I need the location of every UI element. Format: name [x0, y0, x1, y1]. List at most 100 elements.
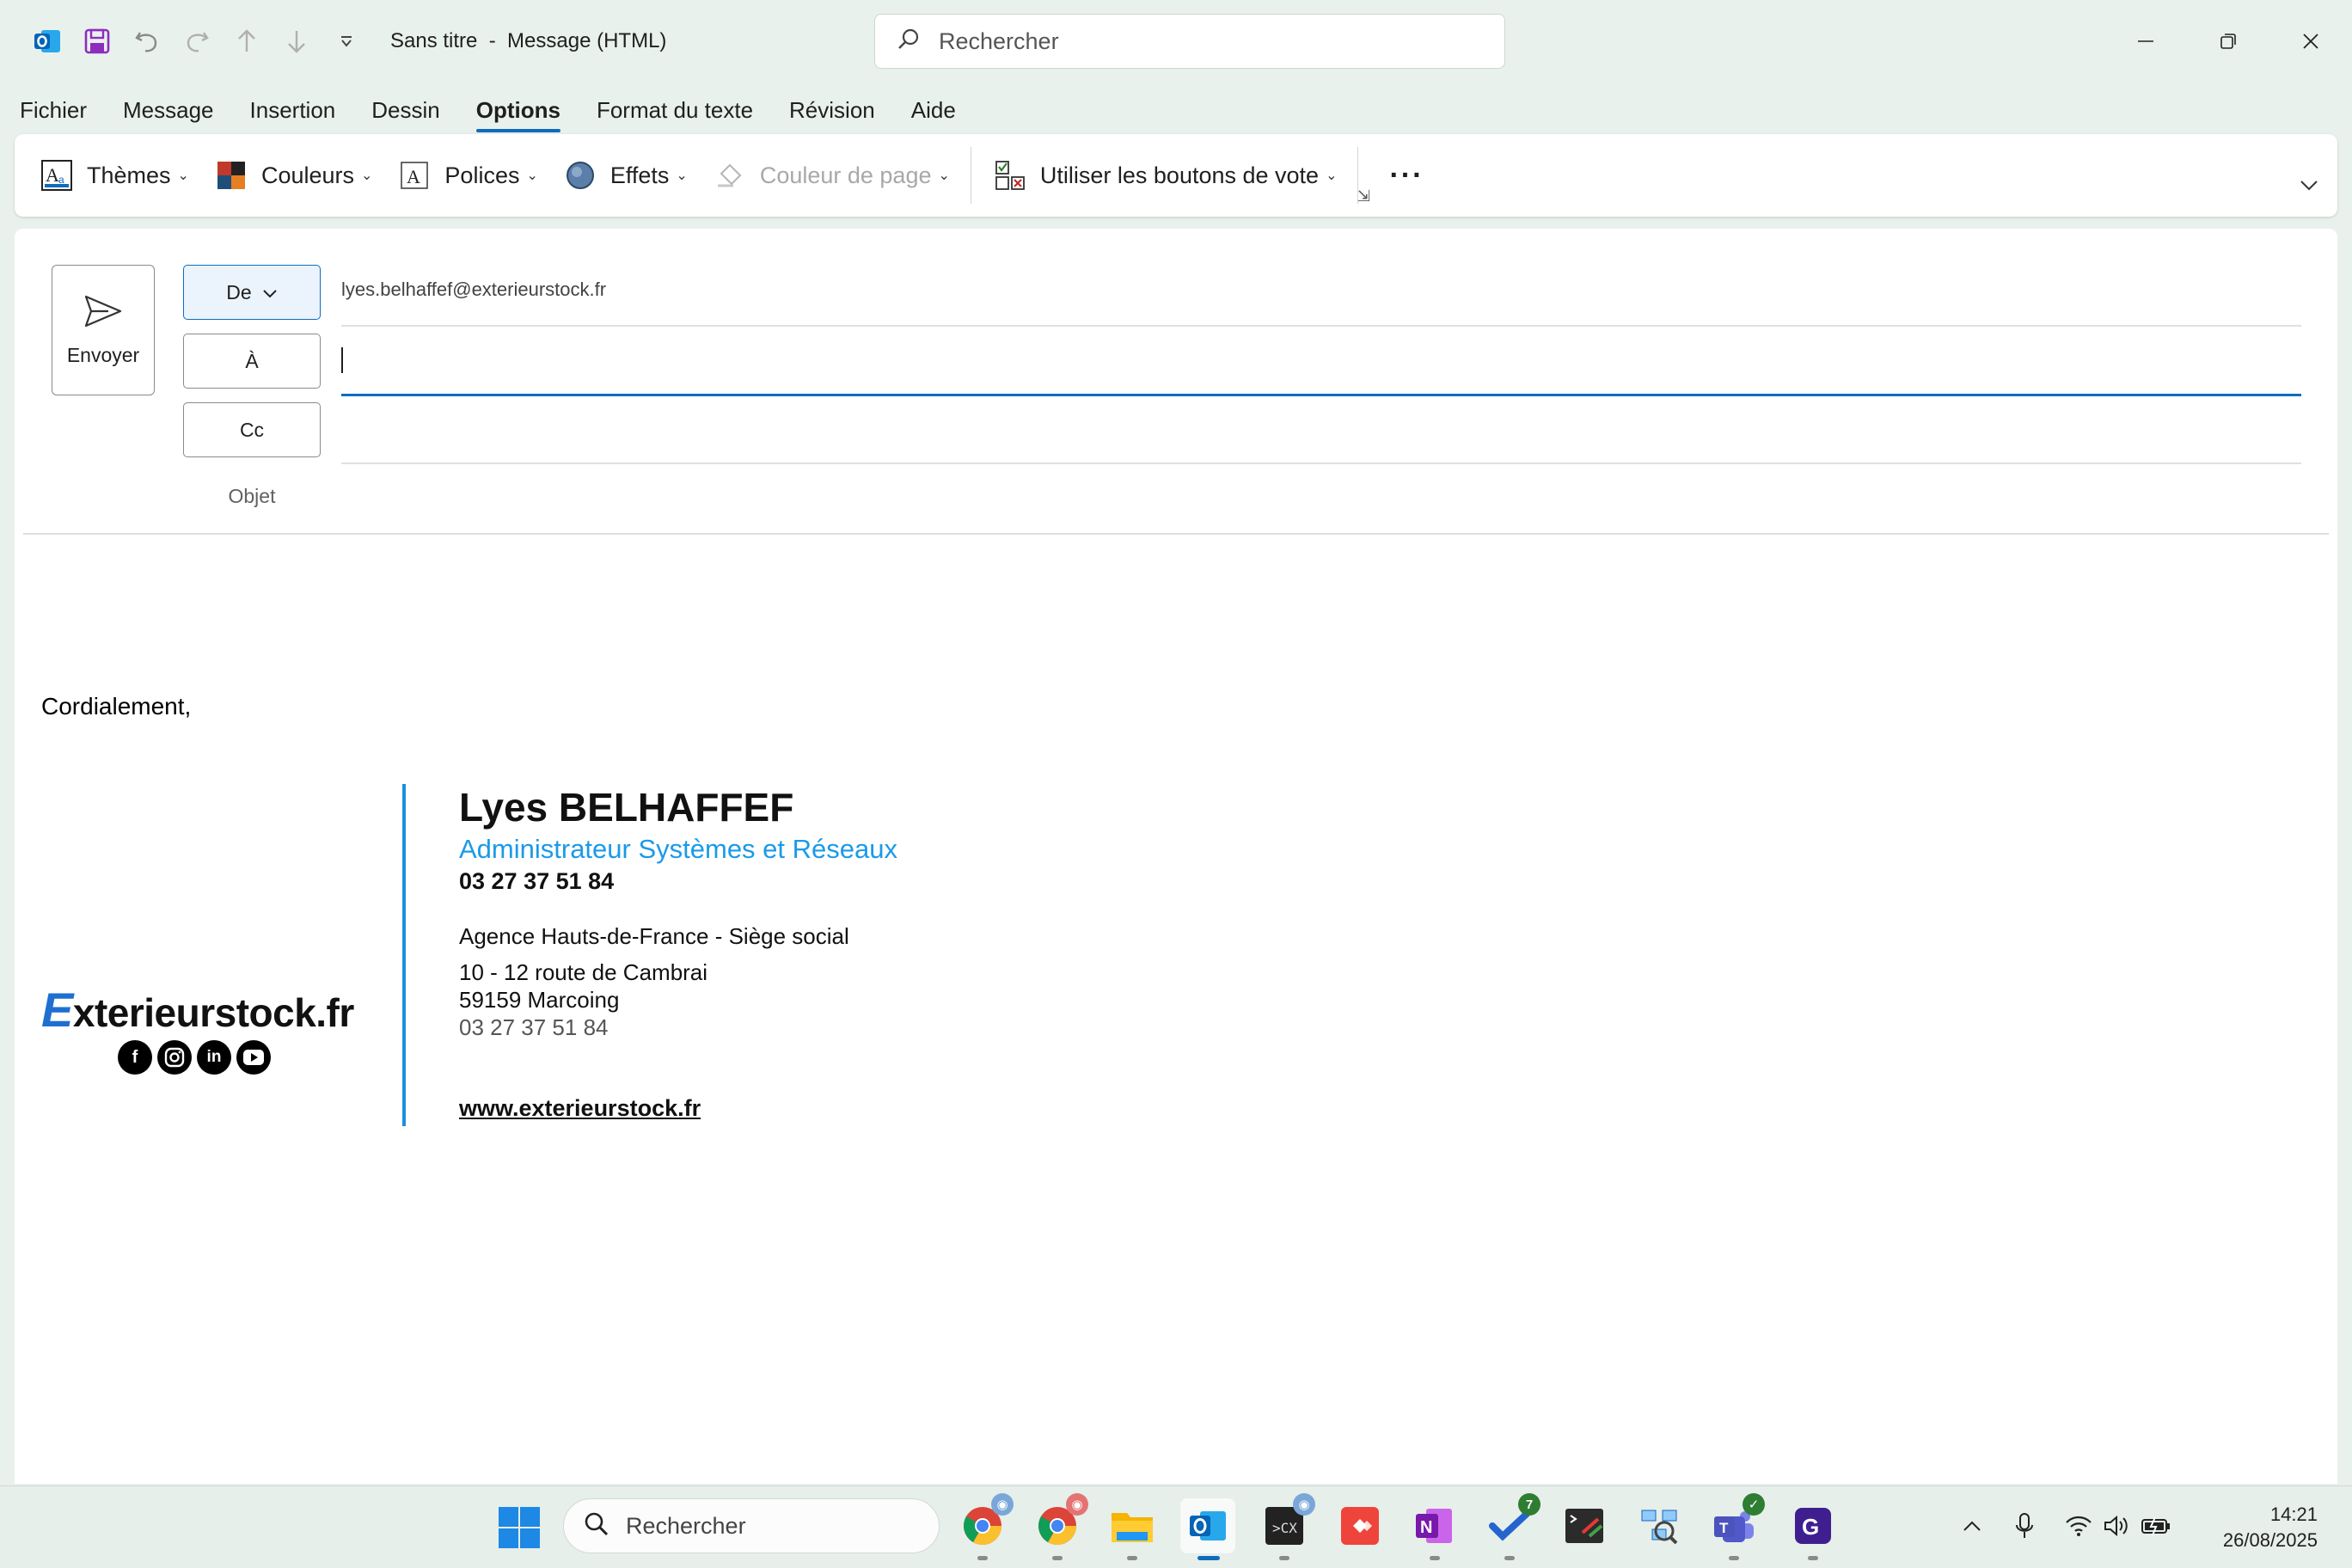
taskbar-search-placeholder: Rechercher — [626, 1512, 746, 1539]
teams-icon[interactable]: T ✓ — [1710, 1493, 1765, 1560]
close-button[interactable] — [2269, 0, 2352, 83]
tab-fichier[interactable]: Fichier — [0, 86, 105, 134]
chevron-down-icon — [262, 281, 278, 304]
todo-badge: 7 — [1518, 1493, 1540, 1516]
arrow-up-icon[interactable] — [222, 16, 272, 66]
chevron-down-icon: ⌄ — [177, 168, 189, 183]
voting-icon — [992, 157, 1028, 193]
wifi-icon[interactable] — [2065, 1515, 2092, 1541]
volume-icon[interactable] — [2103, 1514, 2130, 1542]
effects-icon — [562, 157, 598, 193]
instagram-icon[interactable] — [157, 1040, 192, 1075]
start-button[interactable] — [497, 1505, 542, 1554]
subject-label: Objet — [228, 485, 276, 507]
dialog-launcher-icon[interactable]: ⇲ — [1357, 187, 1370, 205]
paint-bucket-icon — [712, 157, 748, 193]
effects-button[interactable]: Effets ⌄ — [550, 134, 700, 217]
compose-pane: Envoyer De À Cc Objet lyes.belhaffef@ext… — [15, 229, 2337, 1484]
customize-toolbar-icon[interactable] — [322, 16, 371, 66]
signature-website-link[interactable]: www.exterieurstock.fr — [459, 1095, 701, 1122]
anydesk-icon[interactable] — [1336, 1502, 1384, 1550]
message-body-closing[interactable]: Cordialement, — [41, 693, 191, 720]
status-available-badge: ✓ — [1743, 1493, 1765, 1516]
system-clock[interactable]: 14:21 26/08/2025 — [2223, 1502, 2318, 1553]
ribbon-tabs: Fichier Message Insertion Dessin Options… — [0, 86, 974, 134]
battery-charging-icon[interactable] — [2141, 1516, 2171, 1540]
network-scanner-icon[interactable] — [1635, 1502, 1683, 1550]
terminal-icon[interactable] — [1560, 1502, 1608, 1550]
tab-format-du-texte[interactable]: Format du texte — [579, 86, 771, 134]
chevron-down-icon: ⌄ — [676, 168, 688, 183]
onenote-icon[interactable]: N — [1411, 1502, 1459, 1560]
outlook-app-icon — [22, 16, 72, 66]
colors-button[interactable]: Couleurs ⌄ — [201, 134, 384, 217]
taskbar-search[interactable]: Rechercher — [563, 1498, 940, 1553]
signature-phone-agency: 03 27 37 51 84 — [459, 1014, 609, 1040]
running-indicator — [1808, 1556, 1818, 1560]
more-options-button[interactable]: ··· — [1367, 159, 1446, 193]
outlook-taskbar-icon[interactable] — [1180, 1498, 1235, 1560]
arrow-down-icon[interactable] — [272, 16, 322, 66]
restore-button[interactable] — [2187, 0, 2269, 83]
expand-ribbon-icon[interactable] — [2300, 177, 2318, 197]
glpi-agent-icon[interactable]: G — [1789, 1502, 1837, 1560]
svg-text:a: a — [58, 174, 64, 186]
from-field-underline — [341, 325, 2301, 327]
effects-label: Effets — [609, 162, 670, 188]
taskbar: Rechercher ◉ ◉ >CX ◉ N 7 T ✓ G 14:21 26/… — [0, 1485, 2352, 1568]
microphone-icon[interactable] — [2015, 1512, 2034, 1544]
send-button[interactable]: Envoyer — [52, 265, 155, 395]
minimize-button[interactable] — [2104, 0, 2187, 83]
fonts-button[interactable]: A Polices ⌄ — [384, 134, 549, 217]
ribbon-toolbar: Aa Thèmes ⌄ Couleurs ⌄ A Polices ⌄ Effet… — [15, 134, 2337, 217]
chrome-profile-2-icon[interactable]: ◉ — [1033, 1493, 1088, 1560]
text-cursor — [341, 347, 343, 373]
window-title: Sans titre - Message (HTML) — [390, 29, 667, 52]
to-button[interactable]: À — [183, 334, 321, 389]
from-button[interactable]: De — [183, 265, 321, 320]
cc-field[interactable] — [341, 462, 2301, 464]
themes-button[interactable]: Aa Thèmes ⌄ — [15, 134, 201, 217]
svg-text:>CX: >CX — [1272, 1520, 1297, 1536]
file-explorer-icon[interactable] — [1108, 1502, 1156, 1560]
chevron-down-icon: ⌄ — [1326, 168, 1338, 183]
from-label: De — [226, 280, 252, 303]
tab-aide[interactable]: Aide — [893, 86, 974, 134]
header-separator — [23, 533, 2329, 535]
profile-badge: ◉ — [1293, 1493, 1315, 1516]
todo-icon[interactable]: 7 — [1485, 1493, 1540, 1560]
svg-text:G: G — [1802, 1514, 1819, 1540]
tab-message[interactable]: Message — [105, 86, 232, 134]
tab-insertion[interactable]: Insertion — [232, 86, 354, 134]
title-bar: Sans titre - Message (HTML) Rechercher — [0, 0, 2352, 83]
tab-revision[interactable]: Révision — [771, 86, 893, 134]
fonts-label: Polices — [444, 162, 520, 188]
search-box[interactable]: Rechercher — [874, 14, 1505, 69]
terminal-ci-icon[interactable]: >CX ◉ — [1260, 1493, 1315, 1560]
cc-button[interactable]: Cc — [183, 402, 321, 457]
show-hidden-icons-icon[interactable] — [1962, 1519, 1982, 1537]
colors-icon — [213, 157, 249, 193]
running-indicator — [977, 1556, 988, 1560]
active-indicator — [1197, 1556, 1220, 1560]
window-controls — [2104, 0, 2352, 83]
voting-buttons-button[interactable]: Utiliser les boutons de vote ⌄ — [980, 134, 1350, 217]
to-field[interactable] — [341, 394, 2301, 396]
signature-role: Administrateur Systèmes et Réseaux — [459, 834, 897, 864]
save-icon[interactable] — [72, 16, 122, 66]
youtube-icon[interactable] — [236, 1040, 271, 1075]
signature-divider — [402, 784, 406, 1126]
chrome-icon[interactable]: ◉ — [959, 1493, 1014, 1560]
send-label: Envoyer — [66, 344, 140, 366]
facebook-icon[interactable]: f — [118, 1040, 152, 1075]
redo-icon[interactable] — [172, 16, 222, 66]
running-indicator — [1127, 1556, 1137, 1560]
undo-icon[interactable] — [122, 16, 172, 66]
linkedin-icon[interactable]: in — [197, 1040, 231, 1075]
voting-label: Utiliser les boutons de vote — [1039, 162, 1320, 188]
tab-dessin[interactable]: Dessin — [353, 86, 457, 134]
signature-agency: Agence Hauts-de-France - Siège social — [459, 923, 849, 949]
page-color-button[interactable]: Couleur de page ⌄ — [700, 134, 962, 217]
tab-options[interactable]: Options — [458, 86, 579, 134]
signature-address-line1: 10 - 12 route de Cambrai — [459, 959, 708, 985]
